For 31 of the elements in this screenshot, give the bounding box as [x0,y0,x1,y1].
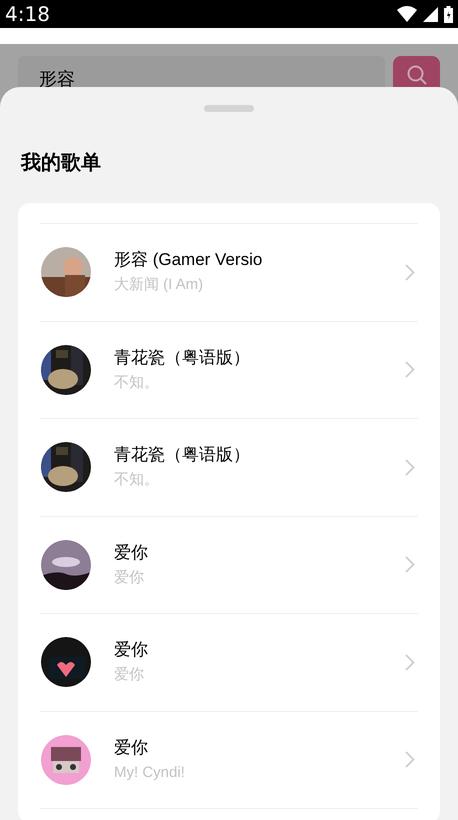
song-artist: My! Cyndi! [114,762,186,783]
search-icon [406,64,428,86]
chevron-right-icon [405,654,415,671]
song-row[interactable]: 爱你 爱你 [40,614,418,712]
song-title: 爱你 [114,639,149,662]
song-title: 爱你 [114,542,149,564]
clock: 4:18 [5,1,50,28]
battery-icon [444,6,453,22]
song-row[interactable]: 青花瓷（粤语版） 不知。 [40,419,418,516]
song-artist: 大新闻 (I Am) [114,275,204,296]
signal-icon [423,6,438,22]
chevron-right-icon [405,361,415,378]
chevron-right-icon [405,556,415,574]
song-title: 爱你 [114,736,149,759]
song-row[interactable]: 青花瓷（粤语版） 不知。 [40,322,418,419]
wifi-icon [397,6,417,22]
song-row[interactable]: 形容 (Gamer Versio 大新闻 (I Am) [40,224,418,322]
sheet-title: 我的歌单 [20,151,102,176]
song-title: 青花瓷（粤语版） [114,444,251,466]
song-artist: 不知。 [114,470,160,490]
song-artist: 不知。 [114,372,160,393]
chevron-right-icon [405,751,415,768]
song-title: 形容 (Gamer Versio [114,249,264,272]
drag-handle[interactable] [204,105,254,112]
song-artist: 爱你 [114,665,145,686]
song-row[interactable]: 爱你 My! Cyndi! [40,712,418,809]
song-artist: 爱你 [114,568,145,588]
chevron-right-icon [405,264,415,281]
song-row[interactable]: 爱你 爱你 [40,516,418,614]
chevron-right-icon [405,458,415,476]
song-title: 青花瓷（粤语版） [114,346,251,369]
